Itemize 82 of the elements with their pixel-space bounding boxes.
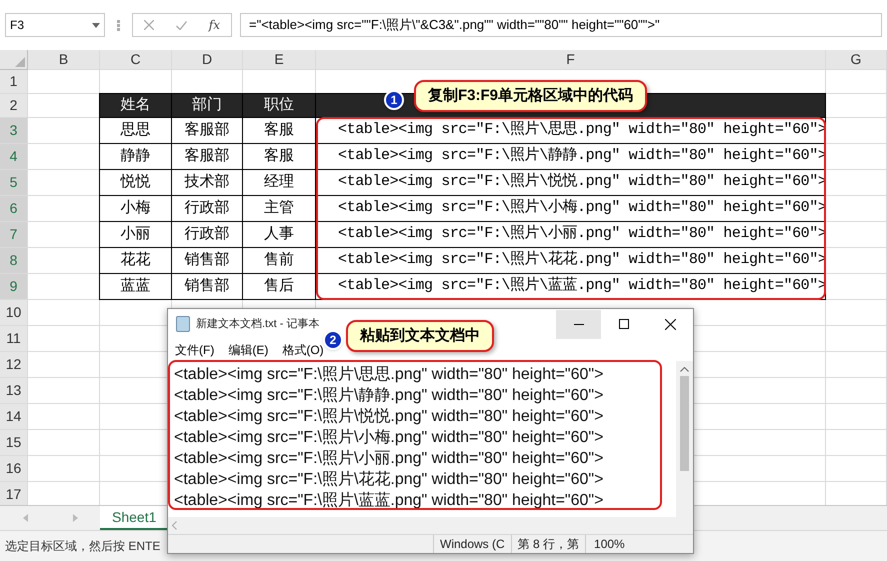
row-header[interactable]: 1: [0, 70, 28, 94]
table-cell: 客服部: [172, 144, 243, 170]
table-cell: 客服: [243, 118, 316, 144]
vertical-scrollbar[interactable]: [676, 361, 693, 517]
row-header[interactable]: 13: [0, 378, 28, 404]
column-header[interactable]: B: [28, 50, 100, 70]
status-text: 100%: [585, 535, 633, 553]
dots-icon: [117, 20, 120, 30]
row-header[interactable]: 7: [0, 222, 28, 248]
text-line: <table><img src="F:\照片\花花.png" width="80" height="60">: [174, 470, 604, 490]
table-cell: 小丽: [99, 222, 172, 248]
table-cell: 售后: [243, 274, 316, 300]
cancel-icon[interactable]: [144, 20, 154, 30]
row-header[interactable]: 10: [0, 300, 28, 326]
table-cell: 行政部: [172, 222, 243, 248]
column-header[interactable]: D: [172, 50, 243, 70]
table-cell: 售前: [243, 248, 316, 274]
status-text: Windows (C: [433, 535, 511, 553]
row-header[interactable]: 4: [0, 144, 28, 170]
status-text: 选定目标区域，然后按 ENTE: [5, 538, 160, 555]
scroll-thumb[interactable]: [680, 376, 689, 471]
text-line: <table><img src="F:\照片\蓝蓝.png" width="80" height="60">: [174, 490, 604, 511]
check-icon[interactable]: [176, 20, 187, 30]
text-line: <table><img src="F:\照片\思思.png" width="80" height="60">: [174, 364, 604, 385]
next-sheet-icon[interactable]: [72, 514, 78, 522]
status-text: 第 8 行，第: [510, 535, 586, 553]
row-header[interactable]: 17: [0, 482, 28, 505]
menu-item[interactable]: 文件(F): [175, 341, 214, 359]
table-cell: 销售部: [172, 274, 243, 300]
row-header[interactable]: 8: [0, 248, 28, 274]
menu-item[interactable]: 编辑(E): [228, 341, 268, 359]
callout: 复制F3:F9单元格区域中的代码: [414, 80, 648, 112]
scroll-up-icon[interactable]: [680, 367, 689, 372]
column-heading: 部门: [172, 93, 243, 118]
table-cell: 思思: [99, 118, 172, 144]
table-cell: 客服部: [172, 118, 243, 144]
table-cell: 蓝蓝: [99, 274, 172, 300]
select-all-corner[interactable]: [0, 50, 28, 70]
table-cell: 悦悦: [99, 170, 172, 196]
name-box[interactable]: F3: [5, 13, 105, 37]
close-icon[interactable]: [664, 318, 676, 330]
text-line: <table><img src="F:\照片\静静.png" width="80" height="60">: [174, 386, 604, 406]
row-header[interactable]: 11: [0, 326, 28, 352]
table-cell: 静静: [99, 144, 172, 170]
sheet-tab[interactable]: Sheet1: [100, 506, 168, 530]
previous-sheet-icon[interactable]: [22, 514, 28, 522]
row-header[interactable]: 6: [0, 196, 28, 222]
dropdown-caret-icon[interactable]: [92, 22, 100, 28]
table-cell: 主管: [243, 196, 316, 222]
column-heading: 职位: [243, 93, 316, 118]
column-header[interactable]: C: [100, 50, 172, 70]
scroll-left-icon[interactable]: [172, 521, 177, 530]
table-cell: 经理: [243, 170, 316, 196]
column-heading: 姓名: [99, 93, 172, 118]
text-line: <table><img src="F:\照片\小丽.png" width="80" height="60">: [174, 448, 604, 469]
row-header[interactable]: 2: [0, 94, 28, 118]
text-line: <table><img src="F:\照片\悦悦.png" width="80" height="60">: [174, 406, 604, 427]
row-header[interactable]: 15: [0, 430, 28, 456]
row-header[interactable]: 16: [0, 456, 28, 482]
callout: 粘贴到文本文档中: [346, 320, 494, 352]
row-header[interactable]: 12: [0, 352, 28, 378]
table-cell: 小梅: [99, 196, 172, 222]
menu-item[interactable]: 格式(O): [282, 341, 324, 359]
table-cell: 技术部: [172, 170, 243, 196]
row-header[interactable]: 3: [0, 118, 28, 144]
function-button[interactable]: fx: [208, 16, 220, 34]
table-cell: 销售部: [172, 248, 243, 274]
row-header[interactable]: 5: [0, 170, 28, 196]
row-header[interactable]: 14: [0, 404, 28, 430]
table-cell: 人事: [243, 222, 316, 248]
table-cell: 行政部: [172, 196, 243, 222]
column-header[interactable]: F: [316, 50, 826, 70]
horizontal-scrollbar[interactable]: [168, 517, 693, 534]
column-header[interactable]: G: [826, 50, 887, 70]
row-header[interactable]: 9: [0, 274, 28, 300]
window-title: 新建文本文档.txt - 记事本: [196, 316, 320, 332]
column-header[interactable]: E: [243, 50, 316, 70]
text-line: <table><img src="F:\照片\小梅.png" width="80" height="60">: [174, 428, 604, 448]
table-cell: 客服: [243, 144, 316, 170]
table-cell: 花花: [99, 248, 172, 274]
notepad-icon: [176, 316, 190, 332]
formula-input[interactable]: ="<table><img src=""F:\照片\"&C3&".png"" width=""80"" height=""60"">": [240, 13, 882, 37]
